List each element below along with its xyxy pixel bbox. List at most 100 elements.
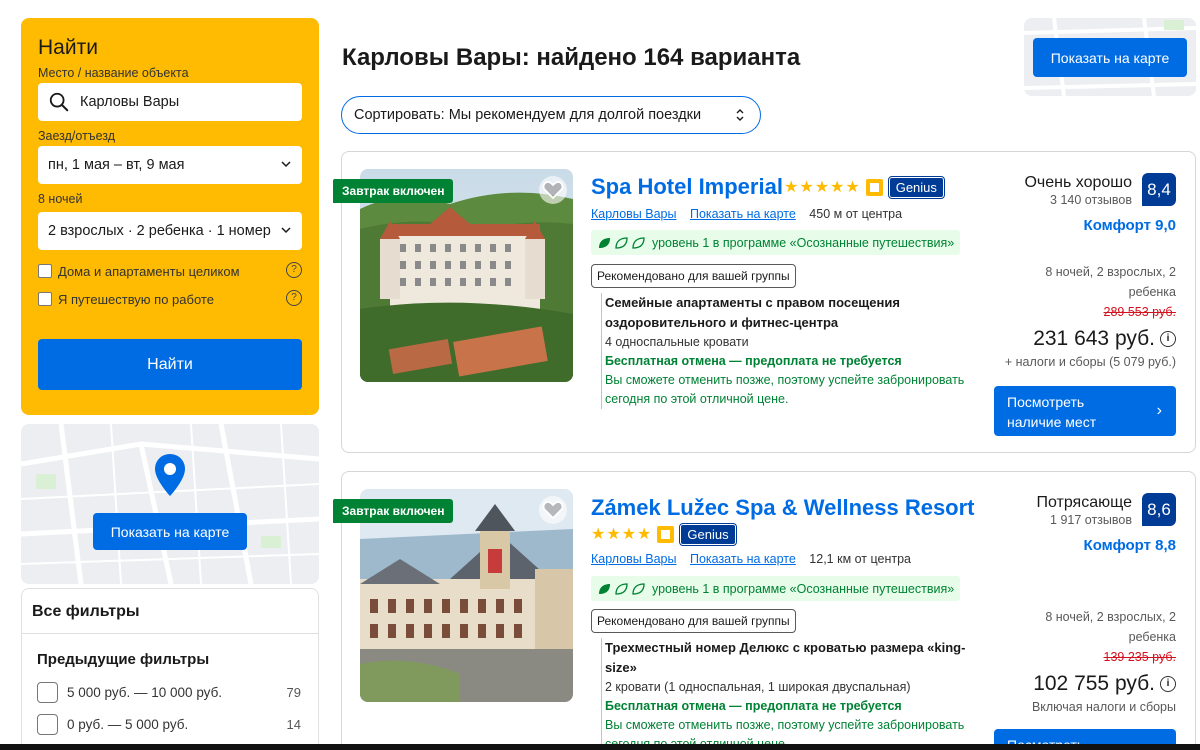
show-on-map-button[interactable]: Показать на карте — [93, 513, 247, 550]
star-icon: ★ — [606, 525, 621, 543]
homes-checkbox-row[interactable]: Дома и апартаменты целиком ? — [38, 260, 302, 282]
review-count: 3 140 отзывов — [1050, 193, 1132, 207]
distance-text: 450 м от центра — [809, 207, 903, 221]
sustainability-badge[interactable]: уровень 1 в программе «Осознанные путеше… — [591, 576, 961, 601]
thumbs-up-icon — [865, 179, 883, 196]
dates-field[interactable]: пн, 1 мая – вт, 9 мая — [38, 146, 302, 184]
dates-value: пн, 1 мая – вт, 9 мая — [48, 157, 185, 173]
room-name: Семейные апартаменты с правом посещения … — [605, 295, 900, 330]
filter-item[interactable]: 5 000 руб. — 10 000 руб. 79 — [22, 676, 318, 708]
filter-count: 79 — [286, 684, 301, 700]
homes-checkbox[interactable] — [38, 264, 52, 278]
star-icon: ★ — [814, 178, 830, 196]
favorite-heart-icon[interactable] — [539, 176, 567, 204]
star-icon: ★ — [591, 525, 606, 543]
help-icon[interactable]: ? — [286, 262, 302, 278]
hotel-name-link[interactable]: Spa Hotel Imperial — [591, 174, 783, 200]
place-label: Место / название объекта — [38, 66, 189, 80]
review-count: 1 917 отзывов — [1050, 513, 1132, 527]
favorite-heart-icon[interactable] — [539, 496, 567, 524]
chevron-down-icon — [281, 227, 291, 234]
destination-input[interactable]: Карловы Вары — [38, 83, 302, 121]
leaf-icon — [599, 583, 610, 594]
location-line: Карловы Вары Показать на карте 450 м от … — [591, 207, 902, 221]
search-panel: Найти Место / название объекта Карловы В… — [21, 18, 319, 415]
breakfast-badge: Завтрак включен — [333, 179, 454, 203]
current-price: 102 755 руб. — [1033, 672, 1155, 695]
see-availability-button[interactable]: Посмотреть наличие мест › — [994, 386, 1176, 436]
review-score-badge[interactable]: 8,4 — [1142, 173, 1176, 206]
filter-item[interactable]: 0 руб. — 5 000 руб. 14 — [22, 708, 318, 740]
taxes-text: + налоги и сборы (5 079 руб.) — [1004, 355, 1176, 369]
search-button[interactable]: Найти — [38, 339, 302, 390]
sort-dropdown[interactable]: Сортировать: Мы рекомендуем для долгой п… — [341, 96, 761, 134]
price-row: 231 643 руб. i — [1033, 327, 1176, 351]
info-icon[interactable]: i — [1160, 676, 1176, 692]
city-link[interactable]: Карловы Вары — [591, 207, 676, 221]
work-checkbox-label: Я путешествую по работе — [58, 291, 214, 307]
leaf-icon — [632, 236, 645, 249]
taskbar-edge — [0, 744, 1200, 750]
info-icon[interactable]: i — [1160, 331, 1176, 347]
hotel-name-link[interactable]: Zámek Lužec Spa & Wellness Resort — [591, 495, 975, 521]
room-info: Трехместный номер Делюкс с кроватью разм… — [601, 638, 979, 750]
leaf-icon — [615, 236, 628, 249]
map-pin-icon — [155, 454, 185, 496]
free-cancellation: Бесплатная отмена — предоплата не требуе… — [605, 354, 902, 368]
sustainability-badge[interactable]: уровень 1 в программе «Осознанные путеше… — [591, 230, 961, 255]
rating-word: Очень хорошо — [1024, 174, 1132, 191]
breakfast-badge: Завтрак включен — [333, 499, 454, 523]
property-card: Завтрак включен Zámek Lužec Spa & Wellne… — [333, 471, 1196, 750]
room-name: Трехместный номер Делюкс с кроватью разм… — [605, 640, 966, 675]
old-price: 139 235 руб. — [1103, 650, 1177, 664]
genius-badge: Genius — [679, 523, 737, 546]
old-price: 289 553 руб. — [1103, 305, 1177, 319]
stay-info: 8 ночей, 2 взрослых, 2 ребенка — [1045, 265, 1176, 299]
work-checkbox-row[interactable]: Я путешествую по работе ? — [38, 288, 302, 310]
filter-checkbox[interactable] — [37, 681, 58, 703]
recommended-tag: Рекомендовано для вашей группы — [591, 609, 796, 633]
help-icon[interactable]: ? — [286, 290, 302, 306]
distance-text: 12,1 км от центра — [809, 552, 912, 566]
filter-label: 5 000 руб. — 10 000 руб. — [67, 684, 223, 700]
current-price: 231 643 руб. — [1033, 327, 1155, 350]
filters-panel: Все фильтры Предыдущие фильтры 5 000 руб… — [21, 588, 319, 750]
genius-badge: Genius — [887, 176, 945, 199]
show-on-map-button[interactable]: Показать на карте — [1033, 38, 1187, 77]
cancellation-note: Вы сможете отменить позже, поэтому успей… — [605, 373, 965, 406]
work-checkbox[interactable] — [38, 292, 52, 306]
star-icon: ★ — [799, 178, 814, 196]
results-title: Карловы Вары: найдено 164 варианта — [342, 44, 801, 71]
map-preview[interactable]: Показать на карте — [21, 424, 319, 584]
filters-title: Все фильтры — [22, 589, 318, 634]
filter-label: 0 руб. — 5 000 руб. — [67, 716, 189, 732]
star-icon: ★ — [830, 178, 845, 196]
star-icon: ★ — [621, 525, 637, 543]
guests-value: 2 взрослых · 2 ребенка · 1 номер — [48, 223, 271, 239]
filter-count: 14 — [286, 716, 301, 732]
show-on-map-link[interactable]: Показать на карте — [690, 207, 796, 221]
leaf-icon — [599, 237, 610, 248]
sustainability-text: уровень 1 в программе «Осознанные путеше… — [652, 581, 955, 596]
guests-field[interactable]: 2 взрослых · 2 ребенка · 1 номер — [38, 212, 302, 250]
room-beds: 2 кровати (1 односпальная, 1 широкая дву… — [605, 680, 911, 694]
city-link[interactable]: Карловы Вары — [591, 552, 676, 566]
sort-label: Сортировать: Мы рекомендуем для долгой п… — [354, 107, 702, 123]
leaf-icon — [632, 582, 645, 595]
thumbs-up-icon — [657, 526, 675, 543]
stay-info: 8 ночей, 2 взрослых, 2 ребенка — [1045, 610, 1176, 644]
star-rating: ★ ★ ★ ★ Genius — [591, 523, 737, 546]
filter-checkbox[interactable] — [37, 713, 58, 735]
previous-filters-title: Предыдущие фильтры — [37, 651, 210, 668]
map-background — [21, 424, 319, 584]
star-icon: ★ — [784, 178, 799, 196]
review-score-badge[interactable]: 8,6 — [1142, 493, 1176, 526]
top-map-preview[interactable]: Показать на карте — [1024, 18, 1196, 96]
comfort-score: Комфорт 8,8 — [1083, 537, 1176, 554]
recommended-tag: Рекомендовано для вашей группы — [591, 264, 796, 288]
room-info: Семейные апартаменты с правом посещения … — [601, 293, 979, 409]
rating-word: Потрясающе — [1036, 494, 1132, 511]
sustainability-text: уровень 1 в программе «Осознанные путеше… — [652, 235, 955, 250]
show-on-map-link[interactable]: Показать на карте — [690, 552, 796, 566]
chevron-down-icon — [281, 161, 291, 168]
